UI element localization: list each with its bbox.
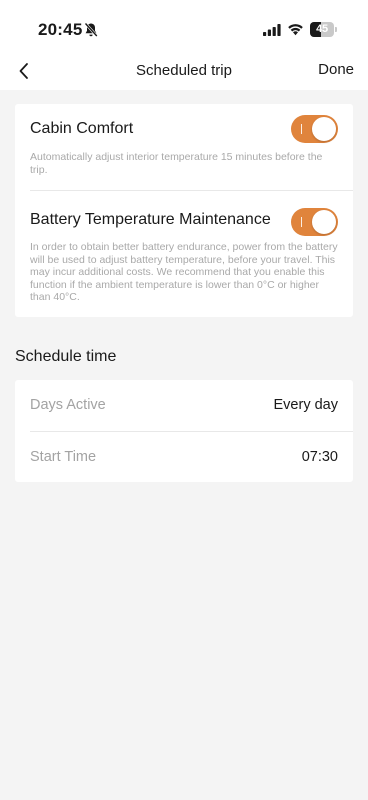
toggle-knob	[312, 117, 336, 141]
nav-bar: Scheduled trip Done	[0, 54, 368, 90]
status-bar: 20:45 45	[0, 0, 368, 54]
days-active-value: Every day	[273, 397, 338, 413]
toggle-knob	[312, 210, 336, 234]
start-time-row[interactable]: Start Time 07:30	[15, 432, 353, 483]
cabin-comfort-row: Cabin Comfort Automatically adjust inter…	[15, 104, 353, 190]
battery-level-text: 45	[316, 23, 328, 35]
cabin-comfort-title: Cabin Comfort	[30, 120, 134, 137]
status-time: 20:45	[38, 20, 83, 39]
screen: 20:45 45 Scheduled trip Done Cabin Comfo…	[0, 0, 368, 800]
days-active-label: Days Active	[30, 397, 106, 413]
bell-muted-icon	[84, 22, 98, 37]
days-active-row[interactable]: Days Active Every day	[15, 380, 353, 431]
signal-icon	[263, 24, 281, 36]
done-button[interactable]: Done	[318, 61, 354, 78]
start-time-value: 07:30	[301, 449, 338, 465]
page-title: Scheduled trip	[136, 62, 232, 79]
battery-temp-row: Battery Temperature Maintenance In order…	[15, 191, 353, 317]
settings-card: Cabin Comfort Automatically adjust inter…	[15, 104, 353, 317]
battery-temp-title: Battery Temperature Maintenance	[30, 211, 271, 228]
battery-temp-toggle[interactable]	[291, 208, 338, 236]
schedule-card: Days Active Every day Start Time 07:30	[15, 380, 353, 482]
battery-temp-description: In order to obtain better battery endura…	[30, 241, 338, 303]
battery-icon: 45	[310, 22, 337, 37]
cabin-comfort-description: Automatically adjust interior temperatur…	[30, 151, 323, 176]
wifi-icon	[288, 24, 303, 36]
start-time-label: Start Time	[30, 449, 97, 465]
cabin-comfort-toggle[interactable]	[291, 115, 338, 143]
schedule-heading: Schedule time	[15, 348, 117, 365]
